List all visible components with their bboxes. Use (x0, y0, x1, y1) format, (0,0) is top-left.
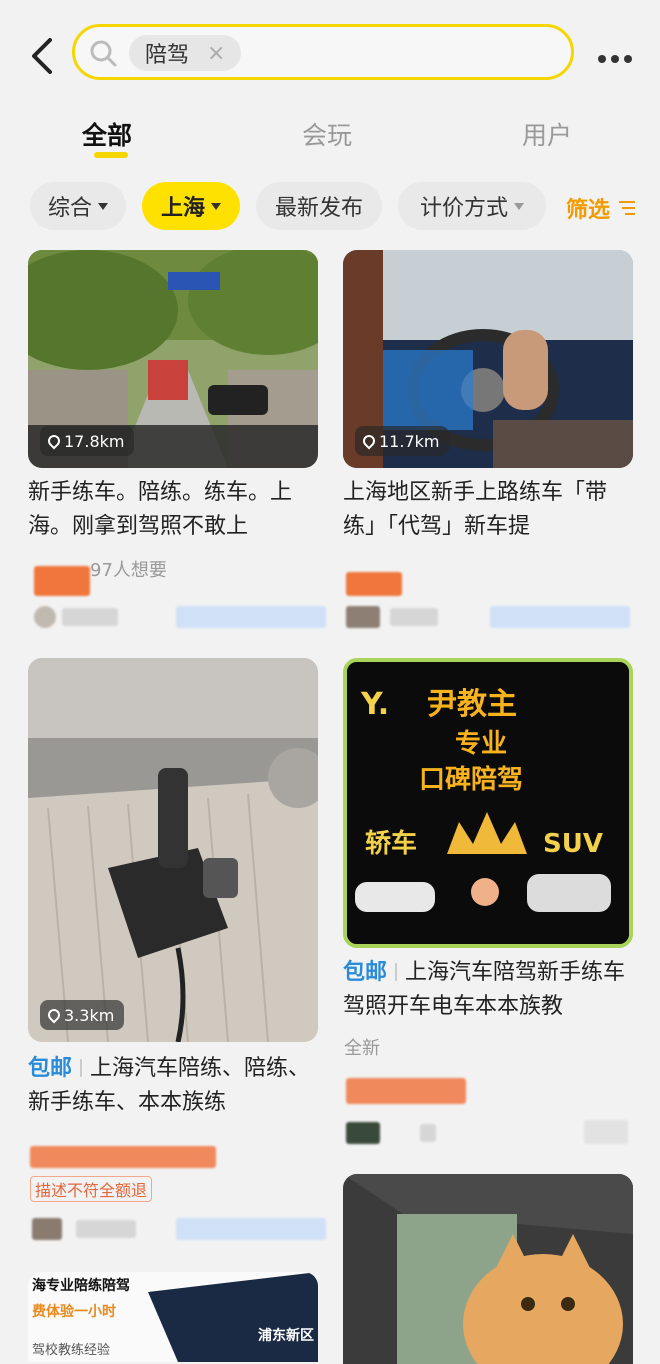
location-pin-icon (45, 432, 63, 450)
caret-down-icon (211, 202, 221, 210)
promo-poster: Y. 尹教主 专业 口碑陪驾 轿车 SUV (347, 662, 629, 944)
filter-icon (619, 201, 636, 215)
sort-label: 综合 (47, 196, 92, 221)
filter-label: 筛选 (566, 198, 611, 223)
svg-text:浦东新区: 浦东新区 (258, 1327, 314, 1344)
listing-image-5[interactable]: 海专业陪练陪驾 费体验一小时 驾校教练经验 浦东新区 (28, 1272, 318, 1362)
search-box[interactable]: 陪驾 × (72, 24, 574, 80)
pricing-label: 计价方式 (419, 196, 508, 221)
listing-image-4[interactable]: Y. 尹教主 专业 口碑陪驾 轿车 SUV (343, 658, 633, 948)
seller-tag-1 (176, 606, 326, 628)
more-menu-icon[interactable] (598, 48, 638, 63)
poster-brand: Y. (360, 687, 389, 722)
city-dropdown[interactable]: 上海 (142, 182, 240, 230)
seller-name-4 (420, 1124, 436, 1142)
tab-fun[interactable]: 会玩 (302, 116, 352, 152)
pedal-photo (28, 658, 318, 1042)
clear-keyword-icon[interactable]: × (207, 41, 225, 66)
listing-title-4: 包邮 上海汽车陪驾新手练车驾照开车电车本本族教 (343, 956, 633, 1024)
tab-users[interactable]: 用户 (522, 116, 572, 152)
cat-photo (343, 1174, 633, 1364)
free-shipping-badge: 包邮 (28, 1056, 73, 1081)
seller-name-2 (390, 608, 438, 626)
free-shipping-badge: 包邮 (343, 960, 388, 985)
search-keyword-chip[interactable]: 陪驾 × (129, 35, 242, 71)
suv-image (527, 874, 611, 912)
seller-avatar-1 (34, 606, 56, 628)
price-blur-3 (30, 1146, 216, 1168)
svg-text:驾校教练经验: 驾校教练经验 (32, 1342, 110, 1358)
seller-avatar-2 (346, 606, 380, 628)
tab-all[interactable]: 全部 (82, 116, 132, 152)
back-arrow-icon[interactable] (26, 36, 62, 76)
latest-button[interactable]: 最新发布 (256, 182, 382, 230)
sort-dropdown[interactable]: 综合 (30, 182, 126, 230)
sedan-image (355, 882, 435, 912)
location-pin-icon (45, 1006, 63, 1024)
price-blur-2 (346, 572, 402, 596)
seller-name-1 (62, 608, 118, 626)
result-tabs: 全部 会玩 用户 (0, 110, 660, 170)
top-bar: 陪驾 × (0, 0, 660, 110)
guarantee-tag: 描述不符全额退 (30, 1176, 153, 1202)
caret-down-icon (98, 202, 108, 210)
pricing-dropdown[interactable]: 计价方式 (398, 182, 546, 230)
poster-line2: 口碑陪驾 (419, 764, 523, 795)
listing-title-3: 包邮 上海汽车陪练、陪练、新手练车、本本族练 (28, 1052, 318, 1120)
search-icon (90, 40, 117, 67)
poster-name: 尹教主 (427, 687, 517, 722)
poster-left: 轿车 (365, 828, 417, 859)
latest-label: 最新发布 (274, 196, 363, 221)
caret-down-icon (514, 202, 524, 210)
listing-title-2: 上海地区新手上路练车「带练」「代驾」新车提 (343, 480, 608, 539)
listing-image-3[interactable]: 3.3km (28, 658, 318, 1042)
seller-tag-2 (490, 606, 630, 628)
seller-tag-4 (584, 1120, 628, 1144)
active-tab-indicator (94, 152, 128, 158)
filter-button[interactable]: 筛选 (566, 192, 636, 224)
distance-badge-2: 11.7km (355, 426, 450, 456)
listing-title-1: 新手练车。陪练。练车。上海。刚拿到驾照不敢上 (28, 480, 293, 539)
svg-text:费体验一小时: 费体验一小时 (32, 1303, 116, 1320)
ad-banner: 海专业陪练陪驾 费体验一小时 驾校教练经验 浦东新区 (28, 1272, 318, 1362)
seller-name-3 (76, 1220, 136, 1238)
filter-bar: 综合 上海 最新发布 计价方式 筛选 (0, 182, 660, 234)
seller-avatar-3 (32, 1218, 62, 1240)
condition-label: 全新 (344, 1038, 380, 1059)
distance-badge-1: 17.8km (40, 426, 135, 456)
location-pin-icon (360, 432, 378, 450)
seller-avatar-4 (346, 1122, 380, 1144)
seller-tag-3 (176, 1218, 326, 1240)
listing-image-2[interactable]: 11.7km (343, 250, 633, 468)
distance-badge-3: 3.3km (40, 1000, 125, 1030)
poster-right: SUV (543, 829, 603, 859)
listing-image-6[interactable] (343, 1174, 633, 1364)
city-label: 上海 (160, 196, 205, 221)
svg-text:海专业陪练陪驾: 海专业陪练陪驾 (32, 1277, 130, 1294)
listing-image-1[interactable]: 17.8km (28, 250, 318, 468)
thumb-icon (471, 878, 499, 906)
price-blur-4 (346, 1078, 466, 1104)
search-keyword: 陪驾 (145, 43, 190, 68)
price-blur-1 (34, 566, 90, 596)
poster-line1: 专业 (455, 729, 507, 759)
want-count-1: 97人想要 (90, 560, 167, 581)
